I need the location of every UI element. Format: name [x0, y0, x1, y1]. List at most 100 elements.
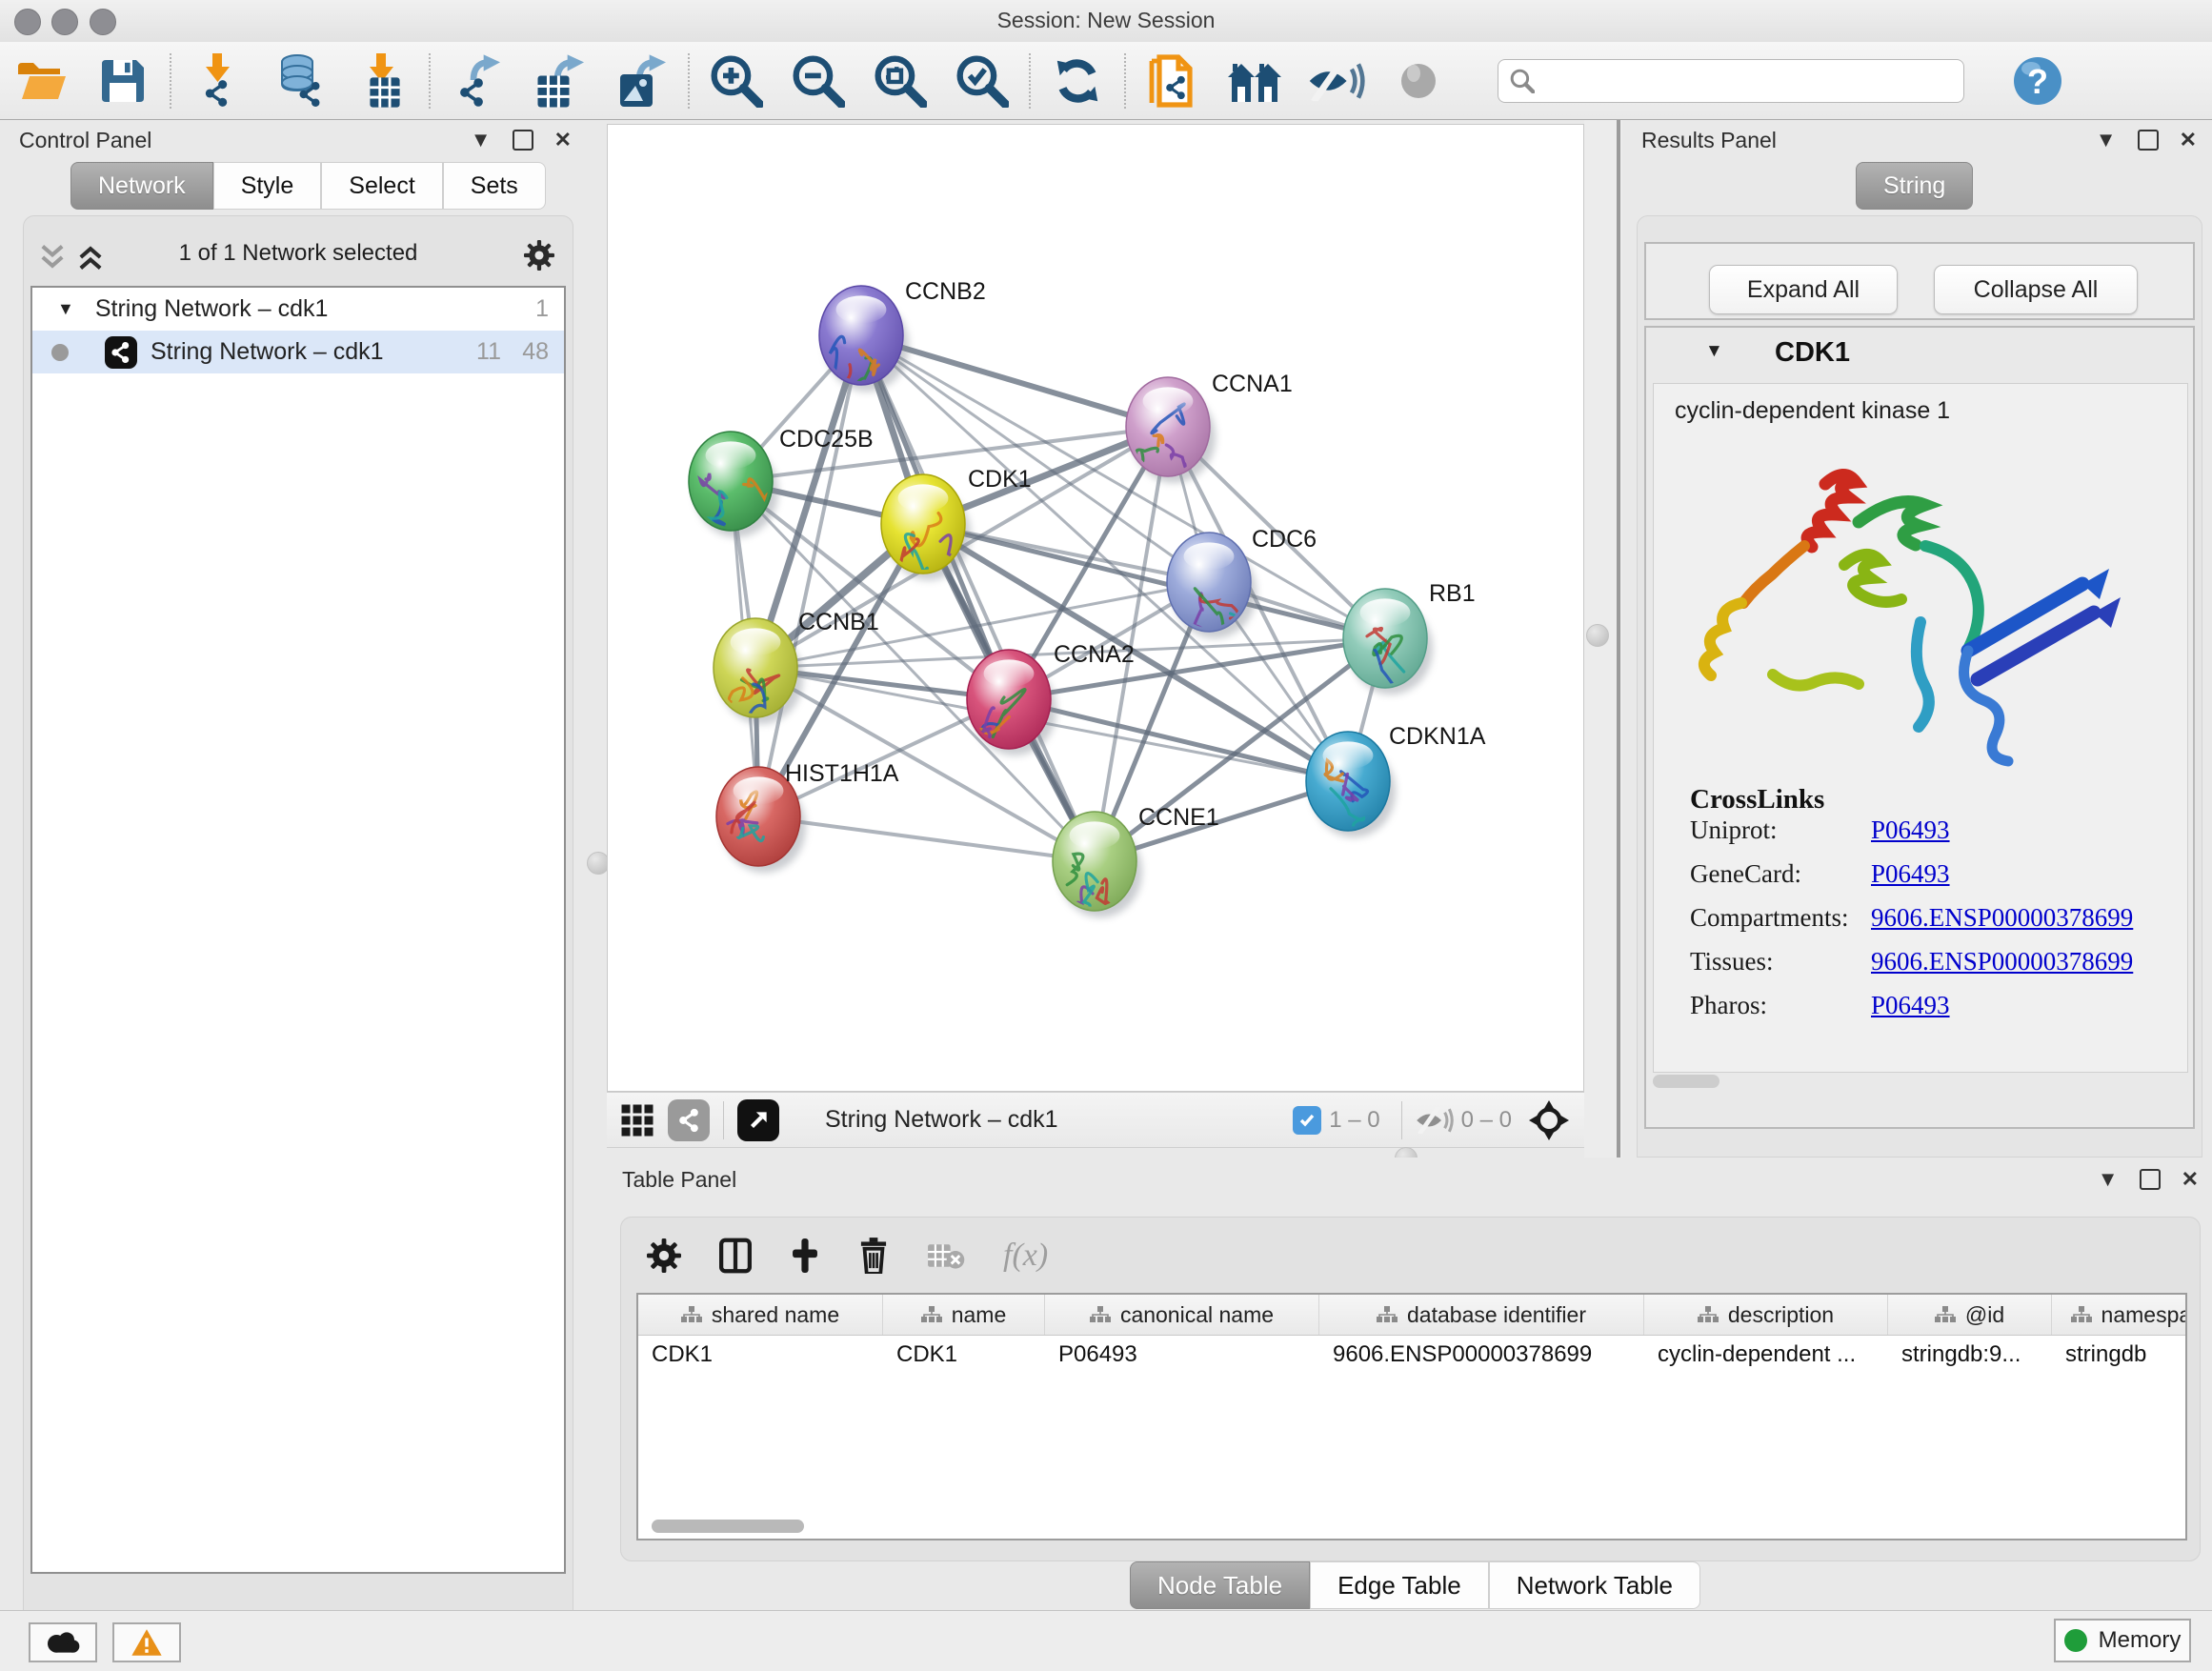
table-panel-close-icon[interactable]: ✕: [2182, 1169, 2199, 1190]
control-panel-menu-icon[interactable]: ▼: [471, 130, 492, 151]
highlight-icon[interactable]: [1377, 50, 1459, 111]
table-row[interactable]: CDK1CDK1P064939606.ENSP00000378699cyclin…: [638, 1336, 2185, 1374]
crosslink-link[interactable]: P06493: [1871, 859, 1950, 888]
import-network-database-icon[interactable]: [259, 50, 341, 111]
zoom-fit-icon[interactable]: [859, 50, 941, 111]
column-header-sharedname[interactable]: shared name: [638, 1295, 883, 1335]
warning-button[interactable]: [112, 1622, 181, 1662]
node-CDC25B[interactable]: [689, 432, 778, 537]
show-columns-icon[interactable]: [719, 1238, 752, 1274]
import-network-icon[interactable]: [177, 50, 259, 111]
edge-CCNB2-HIST1H1A[interactable]: [758, 335, 861, 816]
create-column-icon[interactable]: [790, 1238, 820, 1273]
import-table-icon[interactable]: [341, 50, 423, 111]
memory-button[interactable]: Memory: [2054, 1619, 2191, 1662]
crosslink-label: Pharos:: [1690, 991, 1871, 1035]
help-icon[interactable]: ?: [1997, 50, 2079, 111]
birdseye-toggle-icon[interactable]: [737, 1099, 779, 1141]
node-CCNE1[interactable]: [1053, 812, 1142, 933]
tab-node-table[interactable]: Node Table: [1130, 1561, 1310, 1609]
crosslink-link[interactable]: 9606.ENSP00000378699: [1871, 947, 2133, 976]
node-table[interactable]: shared namenamecanonical namedatabase id…: [636, 1293, 2187, 1540]
function-builder-icon[interactable]: f(x): [1003, 1238, 1048, 1274]
save-session-icon[interactable]: [82, 50, 164, 111]
tab-sets[interactable]: Sets: [443, 162, 546, 210]
export-network-icon[interactable]: [436, 50, 518, 111]
hide-unhide-icon[interactable]: [1296, 50, 1377, 111]
tab-network-table[interactable]: Network Table: [1489, 1561, 1700, 1609]
node-CDK1[interactable]: [881, 474, 975, 583]
collapse-arrow-icon[interactable]: ▼: [57, 299, 74, 319]
network-collection-row[interactable]: ▼ String Network – cdk1 1: [32, 288, 564, 331]
network-row-selected[interactable]: String Network – cdk1 11 48: [32, 331, 564, 373]
crosslink-link[interactable]: P06493: [1871, 991, 1950, 1019]
export-table-icon[interactable]: [518, 50, 600, 111]
expand-all-button[interactable]: Expand All: [1709, 265, 1898, 314]
table-panel-menu-icon[interactable]: ▼: [2098, 1169, 2119, 1190]
crosslink-row: Tissues:9606.ENSP00000378699: [1690, 947, 2133, 991]
home-icon[interactable]: [1214, 50, 1296, 111]
control-panel-float-icon[interactable]: [513, 130, 533, 151]
collapse-entry-icon[interactable]: ▼: [1705, 341, 1723, 362]
zoom-selected-icon[interactable]: [941, 50, 1023, 111]
table-panel: Table Panel ▼ ✕ f(x) shared namenamecano…: [607, 1158, 2212, 1610]
delete-column-icon[interactable]: [858, 1238, 889, 1274]
results-panel-menu-icon[interactable]: ▼: [2096, 130, 2117, 151]
control-panel-close-icon[interactable]: ✕: [554, 130, 572, 151]
network-view-mode-icon[interactable]: [668, 1099, 710, 1141]
grid-view-icon[interactable]: [620, 1103, 654, 1137]
node-count: 11: [476, 338, 501, 366]
cell-description[interactable]: cyclin-dependent ...: [1644, 1341, 1888, 1368]
crosslink-link[interactable]: P06493: [1871, 815, 1950, 844]
cell-databaseidentifier[interactable]: 9606.ENSP00000378699: [1319, 1341, 1644, 1368]
tab-select[interactable]: Select: [321, 162, 442, 210]
node-CDKN1A[interactable]: [1306, 732, 1396, 837]
delete-table-icon[interactable]: [927, 1240, 965, 1271]
table-settings-gear-icon[interactable]: [647, 1238, 681, 1273]
cell-sharedname[interactable]: CDK1: [638, 1341, 883, 1368]
column-header-description[interactable]: description: [1644, 1295, 1888, 1335]
crosshair-icon[interactable]: [1529, 1100, 1569, 1140]
column-header-name[interactable]: name: [883, 1295, 1045, 1335]
zoom-in-icon[interactable]: [695, 50, 777, 111]
table-tabs: Node TableEdge TableNetwork Table: [1130, 1561, 1700, 1609]
tab-string[interactable]: String: [1856, 162, 1973, 210]
results-panel-float-icon[interactable]: [2138, 130, 2159, 151]
selected-checkbox[interactable]: [1293, 1106, 1321, 1135]
column-header-namespace[interactable]: namespace: [2052, 1295, 2187, 1335]
column-header-databaseidentifier[interactable]: database identifier: [1319, 1295, 1644, 1335]
open-session-icon[interactable]: [0, 50, 82, 111]
results-panel-close-icon[interactable]: ✕: [2180, 130, 2197, 151]
cloud-button[interactable]: [29, 1622, 97, 1662]
collapse-all-button[interactable]: Collapse All: [1934, 265, 2138, 314]
gear-icon[interactable]: [524, 240, 554, 271]
protein-description: cyclin-dependent kinase 1: [1675, 397, 1950, 425]
crosslink-link[interactable]: 9606.ENSP00000378699: [1871, 903, 2133, 932]
table-hscrollbar[interactable]: [638, 1520, 2185, 1535]
cell-id[interactable]: stringdb:9...: [1888, 1341, 2052, 1368]
results-scrollbar[interactable]: [1653, 1075, 1719, 1088]
zoom-out-icon[interactable]: [777, 50, 859, 111]
table-panel-float-icon[interactable]: [2140, 1169, 2161, 1190]
cell-canonicalname[interactable]: P06493: [1045, 1341, 1319, 1368]
cell-namespace[interactable]: stringdb: [2052, 1341, 2187, 1368]
tab-edge-table[interactable]: Edge Table: [1310, 1561, 1489, 1609]
node-RB1[interactable]: [1343, 589, 1433, 705]
tab-style[interactable]: Style: [213, 162, 322, 210]
crosslink-label: GeneCard:: [1690, 859, 1871, 903]
node-CCNA1[interactable]: [1126, 377, 1216, 483]
search-input[interactable]: [1498, 59, 1964, 103]
node-CCNB2[interactable]: [814, 286, 909, 419]
cell-name[interactable]: CDK1: [883, 1341, 1045, 1368]
export-image-icon[interactable]: [600, 50, 682, 111]
edge-CCNA2-CDKN1A[interactable]: [1009, 699, 1348, 781]
column-header-canonicalname[interactable]: canonical name: [1045, 1295, 1319, 1335]
column-header-id[interactable]: @id: [1888, 1295, 2052, 1335]
tab-network[interactable]: Network: [70, 162, 213, 210]
result-entry-header[interactable]: ▼ CDK1: [1646, 328, 2193, 381]
right-splitter-handle[interactable]: [1586, 624, 1609, 647]
edge-HIST1H1A-CCNE1[interactable]: [758, 816, 1095, 861]
share-document-icon[interactable]: [1132, 50, 1214, 111]
network-view-canvas[interactable]: CCNB2CCNA1CDC25BCDK1CDC6RB1CCNB1CCNA2CDK…: [607, 124, 1584, 1092]
refresh-icon[interactable]: [1036, 50, 1118, 111]
